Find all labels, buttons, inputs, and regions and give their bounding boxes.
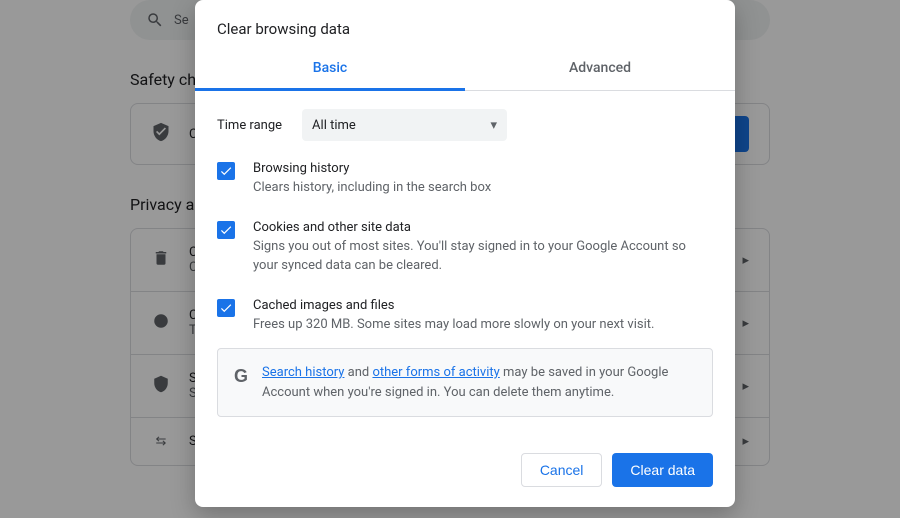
dialog-tabs: Basic Advanced: [195, 48, 735, 91]
google-g-icon: G: [234, 363, 248, 402]
cache-title: Cached images and files: [253, 298, 654, 313]
chevron-down-icon: ▾: [491, 118, 498, 133]
tab-basic[interactable]: Basic: [195, 48, 465, 91]
cookies-desc: Signs you out of most sites. You'll stay…: [253, 238, 713, 276]
google-account-info: G Search history and other forms of acti…: [217, 348, 713, 417]
tab-advanced[interactable]: Advanced: [465, 48, 735, 90]
checkbox-browsing-history[interactable]: [217, 162, 235, 180]
time-range-label: Time range: [217, 118, 282, 133]
clear-browsing-data-dialog: Clear browsing data Basic Advanced Time …: [195, 0, 735, 507]
info-text-mid: and: [344, 365, 372, 380]
time-range-value: All time: [312, 118, 356, 133]
other-activity-link[interactable]: other forms of activity: [372, 365, 499, 380]
cancel-button[interactable]: Cancel: [521, 453, 603, 487]
cache-desc: Frees up 320 MB. Some sites may load mor…: [253, 316, 654, 335]
browsing-history-desc: Clears history, including in the search …: [253, 179, 491, 198]
checkbox-cache[interactable]: [217, 299, 235, 317]
search-history-link[interactable]: Search history: [262, 365, 344, 380]
time-range-select[interactable]: All time ▾: [302, 109, 507, 141]
browsing-history-title: Browsing history: [253, 161, 491, 176]
clear-data-button[interactable]: Clear data: [612, 453, 713, 487]
checkbox-cookies[interactable]: [217, 221, 235, 239]
cookies-title: Cookies and other site data: [253, 220, 713, 235]
dialog-title: Clear browsing data: [195, 0, 735, 48]
